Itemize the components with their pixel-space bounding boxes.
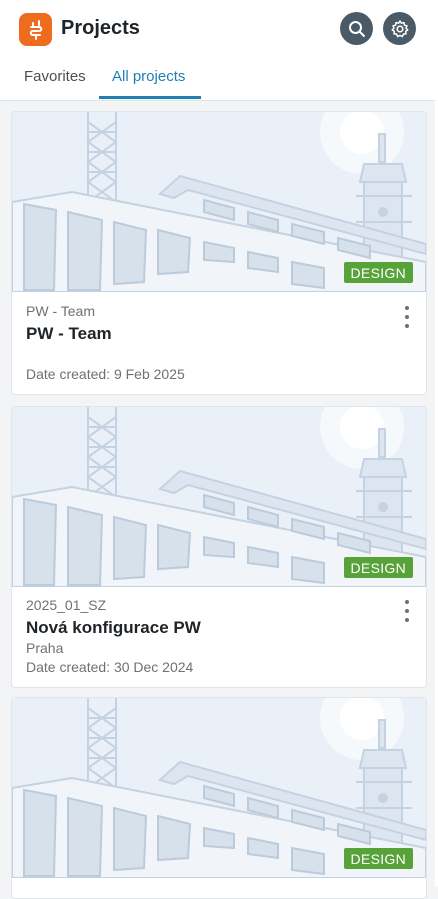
project-tabs: Favorites All projects [0,60,438,101]
tab-favorites[interactable]: Favorites [24,68,86,99]
status-badge: DESIGN [343,848,413,869]
project-date: Date created: 9 Feb 2025 [26,366,185,382]
more-options-icon[interactable] [400,600,414,622]
project-card[interactable]: DESIGN PW - Team PW - Team Date created:… [11,111,427,395]
page-title: Projects [61,17,140,39]
project-code: PW - Team [26,303,95,319]
status-badge: DESIGN [343,262,413,283]
active-tab-indicator [99,96,201,99]
project-date: Date created: 30 Dec 2024 [26,659,194,675]
project-code: 2025_01_SZ [26,597,107,613]
project-card[interactable]: DESIGN 2025_01_SZ Nová konfigurace PW Pr… [11,406,427,688]
project-name: PW - Team [26,324,112,343]
status-badge: DESIGN [343,557,413,578]
search-button[interactable] [340,12,373,45]
project-card[interactable]: DESIGN [11,697,427,899]
project-name: Nová konfigurace PW [26,618,201,637]
app-header: Projects [0,0,438,60]
app-logo-icon [19,13,52,46]
settings-button[interactable] [383,12,416,45]
project-location: Praha [26,640,64,656]
tab-all-projects[interactable]: All projects [112,68,185,99]
more-options-icon[interactable] [400,306,414,328]
search-icon [348,20,365,37]
gear-icon [390,19,409,37]
